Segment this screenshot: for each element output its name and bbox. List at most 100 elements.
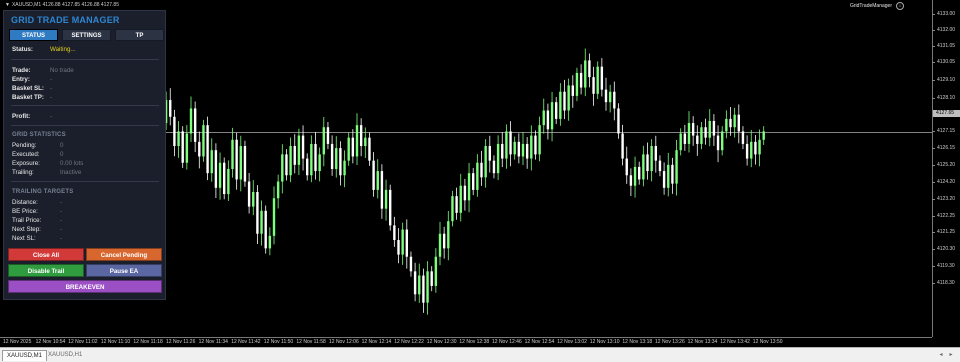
candle-body — [725, 118, 728, 132]
candle-body — [405, 229, 408, 257]
time-tick: 12 Nov 13:10 — [589, 339, 620, 345]
candle-body — [638, 166, 641, 180]
current-price-marker: 4127.65 — [933, 110, 960, 117]
candle-body — [189, 108, 193, 134]
candle-body — [372, 160, 375, 190]
candle-body — [575, 72, 579, 96]
tab-xauusd-m1[interactable]: XAUUSD,M1 — [2, 350, 48, 361]
candle-body — [538, 125, 541, 155]
candle-body — [530, 135, 533, 159]
tab-settings[interactable]: SETTINGS — [62, 29, 111, 41]
price-scale[interactable]: 4133.00 4132.00 4131.05 4130.05 4129.10 4128.… — [932, 0, 960, 337]
time-tick: 12 Nov 12:14 — [361, 339, 392, 345]
status-label: Status: — [12, 46, 33, 53]
candle-body — [223, 162, 226, 195]
candle-body — [384, 189, 388, 209]
candle-body — [592, 77, 595, 94]
time-tick: 12 Nov 12:54 — [524, 339, 555, 345]
candle-body — [517, 141, 521, 157]
candle-body — [368, 137, 371, 161]
candle-body — [173, 116, 176, 147]
candle-body — [588, 60, 591, 78]
candle-body — [306, 158, 309, 176]
pending-label: Pending: — [12, 142, 37, 149]
candle-body — [181, 131, 184, 163]
candle-body — [426, 271, 429, 303]
candle-body — [442, 233, 446, 249]
candle-body — [364, 137, 367, 147]
candle-body — [438, 233, 442, 257]
candle-body — [463, 185, 467, 201]
tab-status[interactable]: STATUS — [9, 29, 58, 41]
profit-label: Profit: — [12, 113, 31, 120]
cancel-pending-button[interactable]: Cancel Pending — [86, 248, 162, 261]
candle-body — [513, 141, 516, 155]
time-tick: 12 Nov 11:50 — [263, 339, 294, 345]
time-tick: 12 Nov 11:58 — [296, 339, 326, 345]
candle-body — [550, 102, 554, 130]
candle-body — [256, 191, 259, 234]
candle-body — [355, 125, 359, 157]
candle-body — [716, 135, 720, 151]
candle-body — [330, 143, 334, 169]
executed-label: Executed: — [12, 151, 40, 158]
candle-body — [654, 146, 657, 161]
expert-smiley-icon: ☺ — [896, 2, 904, 10]
candle-body — [596, 66, 599, 94]
pause-ea-button[interactable]: Pause EA — [86, 264, 162, 277]
candle-body — [633, 166, 637, 186]
candle-body — [696, 135, 699, 144]
scroll-right-icon[interactable]: ▸ — [947, 351, 955, 359]
disable-trail-button[interactable]: Disable Trail — [8, 264, 84, 277]
time-tick: 12 Nov 10:54 — [35, 339, 66, 345]
candle-body — [310, 143, 313, 176]
candle-body — [733, 114, 736, 128]
candle-body — [272, 198, 276, 236]
candle-body — [721, 131, 724, 151]
candle-body — [559, 91, 562, 119]
basket-tp-value: - — [50, 94, 53, 101]
candle-body — [472, 173, 475, 190]
candle-body — [555, 102, 558, 119]
tab-xauusd-h1[interactable]: XAUUSD,H1 — [44, 350, 86, 360]
ea-name-label: GridTradeManager — [849, 3, 892, 9]
status-value: Waiting... — [50, 46, 76, 53]
candle-body — [625, 158, 628, 176]
breakeven-button[interactable]: BREAKEVEN — [8, 280, 162, 293]
candle-body — [422, 275, 425, 303]
candle-body — [646, 154, 649, 172]
time-tick: 12 Nov 2025 — [3, 339, 32, 345]
collapse-arrow-icon[interactable]: ▼ — [5, 2, 10, 8]
candle-body — [239, 146, 242, 180]
profit-value: - — [50, 113, 53, 120]
candle-body — [708, 120, 711, 138]
candle-body — [198, 141, 201, 157]
candle-body — [608, 91, 612, 103]
executed-value: 0 — [60, 151, 64, 158]
candle-body — [567, 85, 570, 111]
candle-body — [185, 133, 189, 163]
scroll-left-icon[interactable]: ◂ — [937, 351, 945, 359]
trailing-label: Trailing: — [12, 169, 34, 176]
candle-body — [675, 150, 678, 184]
candle-body — [704, 127, 707, 138]
candle-body — [297, 135, 301, 165]
candle-body — [754, 141, 757, 155]
candle-body — [301, 135, 305, 159]
candle-body — [289, 146, 292, 176]
candle-body — [285, 154, 288, 176]
candle-body — [604, 89, 608, 103]
candle-body — [247, 181, 251, 207]
candle-body — [534, 135, 537, 155]
candle-body — [762, 131, 765, 140]
candle-body — [488, 146, 491, 161]
candle-body — [509, 131, 512, 155]
candle-body — [683, 133, 687, 144]
tab-tp[interactable]: TP — [115, 29, 164, 41]
close-all-button[interactable]: Close All — [8, 248, 84, 261]
candle-body — [335, 148, 338, 169]
candle-body — [671, 164, 674, 184]
candle-body — [579, 72, 583, 88]
time-tick: 12 Nov 13:42 — [720, 339, 750, 345]
candle-body — [389, 189, 392, 226]
